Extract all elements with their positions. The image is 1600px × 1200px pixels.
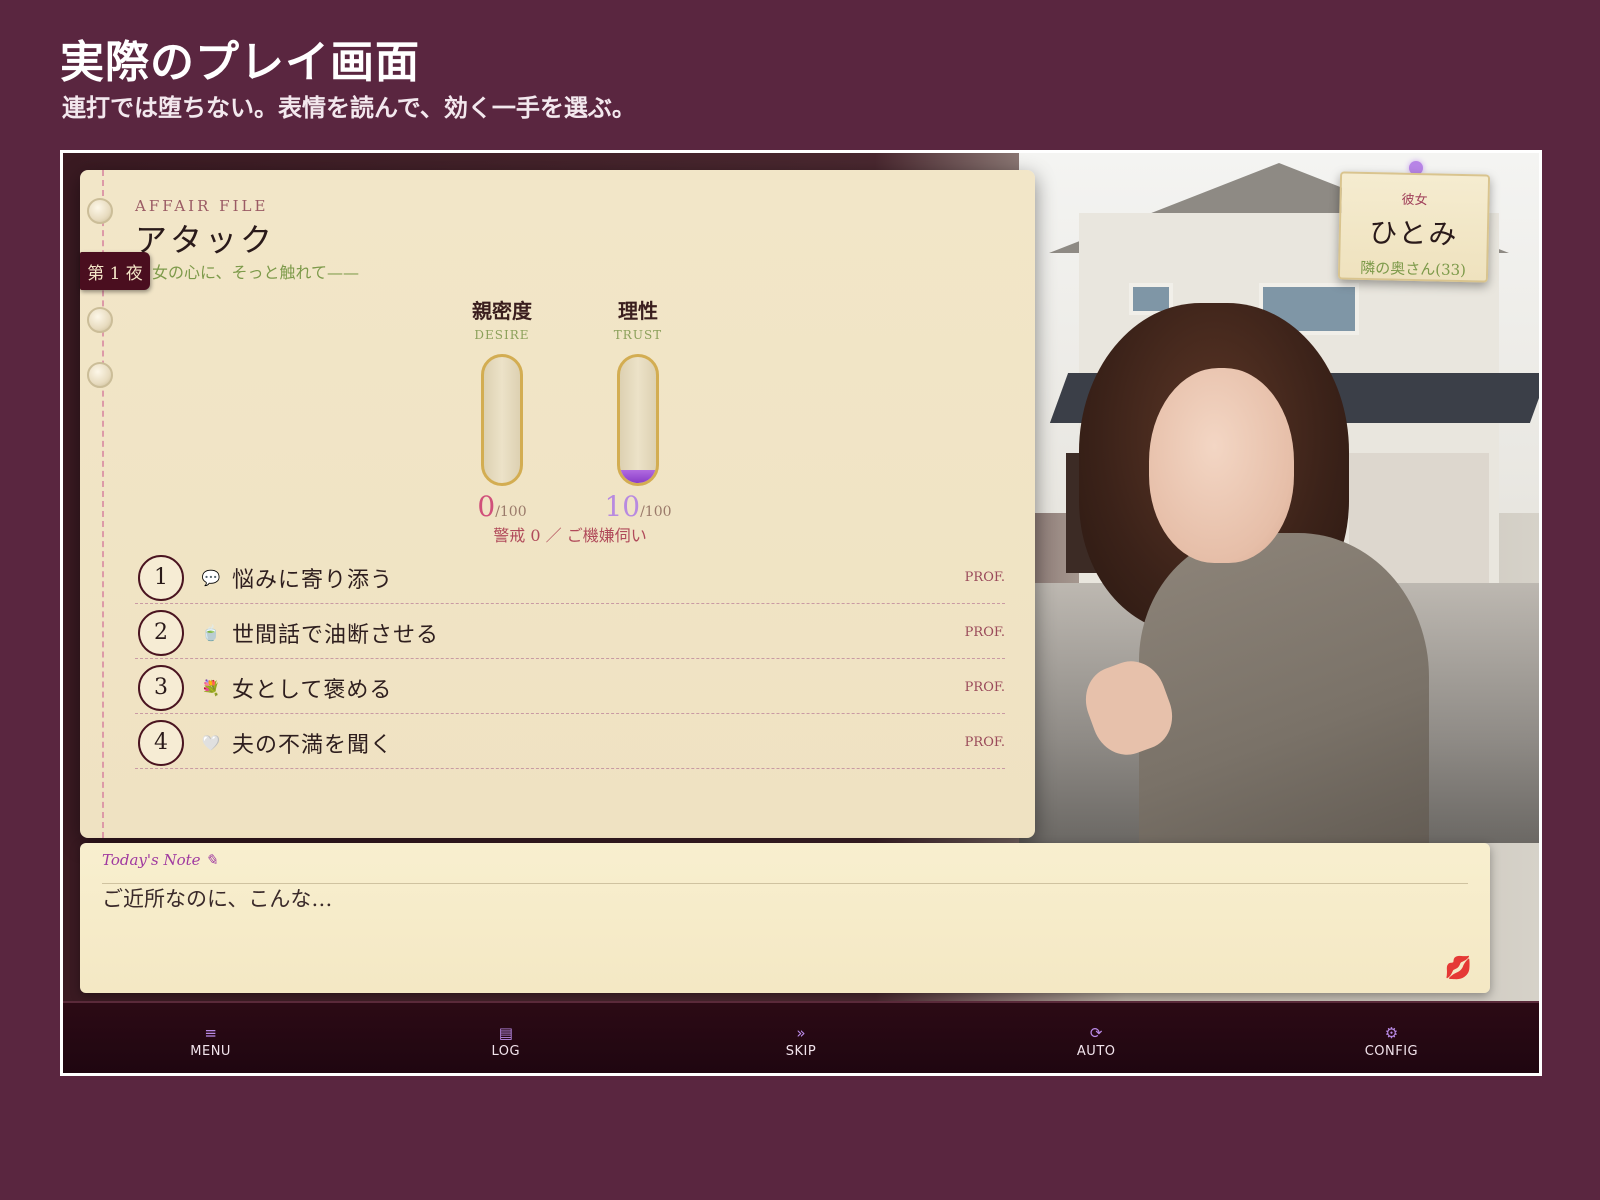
log-label: LOG xyxy=(491,1043,521,1059)
choice-label: 夫の不満を聞く xyxy=(232,732,394,758)
choice-number: 4 xyxy=(138,719,184,766)
gauge-trust: 理性 TRUST 10/100 xyxy=(583,295,693,523)
config-icon: ⚙ xyxy=(1384,1023,1399,1042)
choice-label: 女として褒める xyxy=(232,677,393,703)
log-icon: ▤ xyxy=(498,1023,513,1042)
log-button[interactable]: ▤ LOG xyxy=(358,1003,653,1073)
promo-subtitle: 連打では堕ちない。表情を読んで、効く一手を選ぶ。 xyxy=(62,94,636,122)
tea-cup-icon: 🍵 xyxy=(201,623,221,642)
skip-icon: » xyxy=(796,1023,806,1042)
choice-label: 悩みに寄り添う xyxy=(232,567,394,593)
kiss-icon: 💋 xyxy=(1444,956,1472,981)
choice-tag: PROF. xyxy=(964,735,1005,750)
gauge-fill xyxy=(620,470,656,483)
choice-tag: PROF. xyxy=(964,680,1005,695)
character-face xyxy=(1149,368,1294,563)
character-body xyxy=(1139,533,1429,853)
bouquet-icon: 💐 xyxy=(201,678,221,697)
binder-ring xyxy=(87,307,113,333)
choice-number: 3 xyxy=(138,664,184,711)
config-label: CONFIG xyxy=(1364,1043,1419,1059)
choice-1[interactable]: 1 💬 悩みに寄り添う PROF. xyxy=(135,552,1005,604)
choice-label: 世間話で油断させる xyxy=(232,622,440,648)
binder-ring xyxy=(87,198,113,224)
gauge-max: /100 xyxy=(495,504,527,520)
skip-button[interactable]: » SKIP xyxy=(653,1003,948,1073)
caution-status: 警戒 0 ／ ご機嫌伺い xyxy=(493,526,647,545)
gauge-value: 0/100 xyxy=(447,490,557,523)
gauge-sub: TRUST xyxy=(613,328,663,342)
dialogue-text: ご近所なのに、こんな… xyxy=(102,887,333,911)
choice-tag: PROF. xyxy=(964,570,1005,585)
tagline: 女の心に、そっと触れて—— xyxy=(152,263,360,282)
choice-2[interactable]: 2 🍵 世間話で油断させる PROF. xyxy=(135,607,1005,659)
character-card-label: 彼女 xyxy=(1401,192,1428,209)
choice-number: 2 xyxy=(138,609,184,656)
bottom-toolbar: ≡ MENU ▤ LOG » SKIP ⟳ AUTO ⚙ CONFIG xyxy=(63,1001,1539,1073)
dialogue-note-box[interactable]: Today's Note ✎ ご近所なのに、こんな… 💋 xyxy=(80,843,1490,993)
gauge-tube xyxy=(481,354,523,486)
gauge-current: 0 xyxy=(477,490,496,523)
config-button[interactable]: ⚙ CONFIG xyxy=(1244,1003,1539,1073)
page-title: アタック xyxy=(135,221,276,259)
auto-icon: ⟳ xyxy=(1089,1023,1103,1042)
affair-file-notebook: 第 1 夜 AFFAIR FILE アタック 女の心に、そっと触れて—— 親密度… xyxy=(80,170,1035,838)
skip-label: SKIP xyxy=(785,1043,817,1059)
gauge-desire: 親密度 DESIRE 0/100 xyxy=(447,295,557,523)
gauge-name: 理性 xyxy=(618,299,658,323)
gauge-value: 10/100 xyxy=(583,490,693,523)
character-name: ひとみ xyxy=(1368,216,1459,251)
gauge-tube xyxy=(617,354,659,486)
menu-label: MENU xyxy=(190,1043,231,1059)
gauge-max: /100 xyxy=(640,504,672,520)
choice-3[interactable]: 3 💐 女として褒める PROF. xyxy=(135,662,1005,714)
character-description: 隣の奥さん(33) xyxy=(1360,258,1467,280)
gauge-sub: DESIRE xyxy=(474,328,530,342)
game-screen: 第 1 夜 AFFAIR FILE アタック 女の心に、そっと触れて—— 親密度… xyxy=(60,150,1542,1076)
menu-icon: ≡ xyxy=(204,1023,217,1042)
choice-tag: PROF. xyxy=(964,625,1005,640)
auto-label: AUTO xyxy=(1076,1043,1116,1059)
note-title: Today's Note ✎ xyxy=(102,851,218,869)
character-card: 彼女 ひとみ 隣の奥さん(33) xyxy=(1337,171,1491,283)
speech-bubble-icon: 💬 xyxy=(201,568,221,587)
auto-button[interactable]: ⟳ AUTO xyxy=(949,1003,1244,1073)
gauge-name: 親密度 xyxy=(472,299,532,323)
promo-title: 実際のプレイ画面 xyxy=(60,37,420,88)
gauge-current: 10 xyxy=(604,490,641,523)
file-label: AFFAIR FILE xyxy=(135,197,269,215)
menu-button[interactable]: ≡ MENU xyxy=(63,1003,358,1073)
choice-number: 1 xyxy=(138,554,184,601)
choice-4[interactable]: 4 🤍 夫の不満を聞く PROF. xyxy=(135,717,1005,769)
binder-ring xyxy=(87,362,113,388)
white-heart-icon: 🤍 xyxy=(201,733,221,752)
